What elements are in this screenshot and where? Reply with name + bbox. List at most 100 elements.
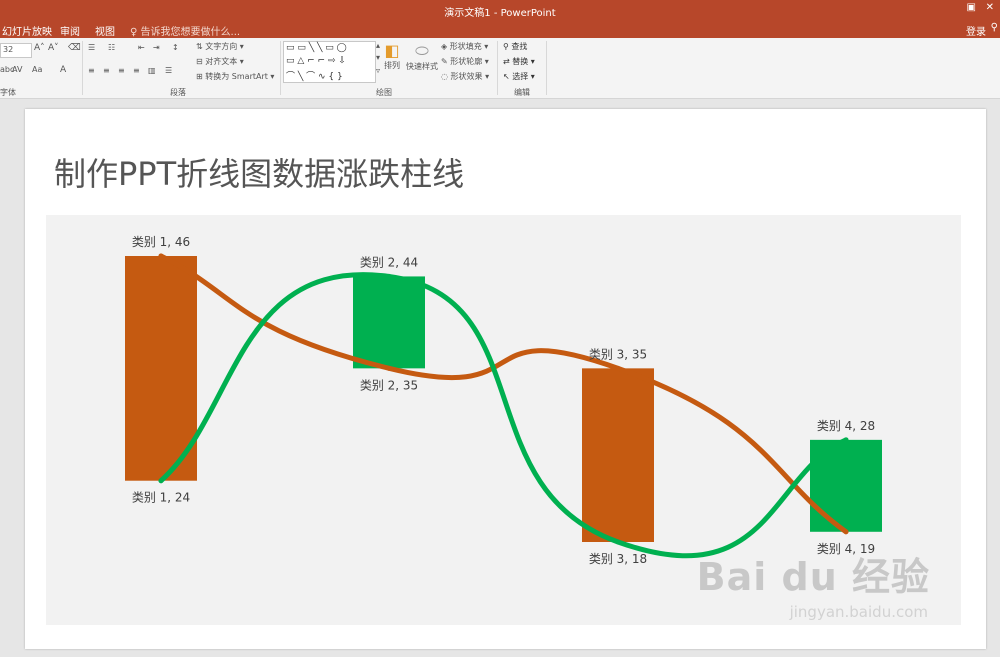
slide-title[interactable]: 制作PPT折线图数据涨跌柱线 — [54, 149, 464, 195]
align-left-icon[interactable]: ≡ — [88, 66, 95, 75]
pencil-icon: ✎ — [441, 57, 448, 66]
shape-fill-label: 形状填充 — [449, 42, 482, 51]
gallery-down-icon[interactable]: ▾ — [376, 53, 380, 62]
clear-format-icon[interactable]: ⌫ — [68, 43, 81, 53]
align-text-button[interactable]: ⊟ 对齐文本 ▾ — [196, 56, 244, 67]
shape-basic-icon[interactable]: ▭ △ ⌐ ⌐ ⇨ ⇩ — [286, 56, 346, 66]
align-right-icon[interactable]: ≡ — [118, 66, 125, 75]
align-text-label: 对齐文本 — [205, 57, 238, 66]
replace-icon: ⇄ — [503, 57, 510, 66]
baidu-watermark-url: jingyan.baidu.com — [789, 603, 928, 621]
series-1-point[interactable] — [615, 365, 621, 371]
justify-icon[interactable]: ≡ — [133, 66, 140, 75]
replace-label: 替换 — [512, 57, 529, 66]
shape-effects-button[interactable]: ◌ 形状效果 ▾ — [441, 71, 489, 82]
text-direction-icon: ⇅ — [196, 42, 203, 51]
shape-effects-label: 形状效果 — [450, 72, 483, 81]
smartart-icon: ⊞ — [196, 72, 203, 81]
change-case-icon[interactable]: Aa — [32, 65, 42, 74]
increase-indent-icon[interactable]: ⇥ — [153, 43, 160, 52]
smartart-button[interactable]: ⊞ 转换为 SmartArt ▾ — [196, 71, 274, 82]
replace-button[interactable]: ⇄ 替换 ▾ — [503, 56, 535, 67]
slide-workspace: 制作PPT折线图数据涨跌柱线 类别 1, 46 类别 1, 24 类别 2, 44 类… — [0, 99, 1000, 657]
series-1-point[interactable] — [158, 253, 164, 259]
grow-font-icon[interactable]: A˄ — [34, 43, 45, 53]
decrease-indent-icon[interactable]: ⇤ — [138, 43, 145, 52]
bullets-icon[interactable]: ☰ — [88, 43, 95, 52]
select-label: 选择 — [512, 72, 529, 81]
smartart-label: 转换为 SmartArt — [205, 72, 268, 81]
user-icon[interactable]: ⚲ — [991, 22, 998, 33]
series-2-point[interactable] — [386, 273, 392, 279]
series-1-point[interactable] — [843, 529, 849, 535]
paragraph-dialog-icon[interactable]: ☰ — [165, 66, 172, 75]
shape-outline-button[interactable]: ✎ 形状轮廓 ▾ — [441, 56, 489, 67]
series-2-point[interactable] — [843, 437, 849, 443]
font-color-icon[interactable]: A — [60, 65, 66, 75]
group-editing-label: 编辑 — [514, 88, 530, 97]
data-label[interactable]: 类别 2, 35 — [360, 378, 418, 392]
group-drawing-label: 绘图 — [376, 88, 392, 97]
font-size-combo[interactable]: 32 — [0, 43, 32, 58]
shape-outline-label: 形状轮廓 — [450, 57, 483, 66]
shape-curve-icon[interactable]: ⌒ ╲ ⌒ ∿ { } — [286, 69, 343, 82]
login-button[interactable]: 登录 — [966, 23, 986, 38]
line-spacing-icon[interactable]: ↕ — [172, 43, 179, 52]
shapes-gallery[interactable]: ▭ ▭ ╲ ╲ ▭ ◯ ▭ △ ⌐ ⌐ ⇨ ⇩ ⌒ ╲ ⌒ ∿ { } — [283, 41, 376, 83]
ribbon-separator — [280, 41, 281, 95]
quick-styles-icon: ⬭ — [415, 41, 429, 60]
find-button[interactable]: ⚲ 查找 — [503, 41, 527, 52]
window-title: 演示文稿1 - PowerPoint — [444, 8, 556, 19]
shape-fill-button[interactable]: ◈ 形状填充 ▾ — [441, 41, 488, 52]
data-label[interactable]: 类别 3, 35 — [589, 347, 647, 361]
paint-bucket-icon: ◈ — [441, 42, 448, 51]
restore-icon[interactable]: ▣ — [967, 2, 976, 13]
series-2-point[interactable] — [158, 478, 164, 484]
group-font-label: 字体 — [0, 88, 16, 97]
gallery-more-icon[interactable]: ▿ — [376, 66, 380, 75]
close-icon[interactable]: ✕ — [986, 2, 994, 13]
data-label[interactable]: 类别 2, 44 — [360, 255, 418, 269]
find-label: 查找 — [511, 42, 528, 51]
effects-icon: ◌ — [441, 72, 448, 81]
text-direction-button[interactable]: ⇅ 文字方向 ▾ — [196, 41, 244, 52]
down-bar[interactable] — [582, 368, 654, 542]
series-1-point[interactable] — [386, 365, 392, 371]
group-paragraph-label: 段落 — [170, 88, 186, 97]
series-2-point[interactable] — [615, 539, 621, 545]
title-bar: 演示文稿1 - PowerPoint ▣ ✕ — [0, 0, 1000, 19]
data-label[interactable]: 类别 4, 28 — [817, 419, 875, 433]
ribbon-tabs: 幻灯片放映 审阅 视图 ♀ 告诉我您想要做什么... 登录 ⚲ — [0, 19, 1000, 38]
search-icon: ⚲ — [503, 42, 509, 51]
series-2-line[interactable] — [158, 272, 849, 559]
arrange-icon: ◧ — [384, 41, 400, 60]
arrange-label: 排列 — [384, 61, 400, 70]
ribbon-separator — [497, 41, 498, 95]
cursor-icon: ↖ — [503, 72, 510, 81]
select-button[interactable]: ↖ 选择 ▾ — [503, 71, 535, 82]
arrange-button[interactable]: ◧ 排列 — [382, 41, 402, 71]
tab-review[interactable]: 审阅 — [60, 23, 80, 38]
data-label[interactable]: 类别 1, 46 — [132, 235, 190, 249]
ribbon-separator — [546, 41, 547, 95]
down-bar[interactable] — [125, 256, 197, 481]
tab-slideshow[interactable]: 幻灯片放映 — [2, 23, 52, 38]
gallery-up-icon[interactable]: ▴ — [376, 41, 380, 50]
align-center-icon[interactable]: ≡ — [103, 66, 110, 75]
data-label[interactable]: 类别 3, 18 — [589, 552, 647, 566]
up-bar[interactable] — [353, 276, 425, 369]
quick-styles-button[interactable]: ⬭ 快速样式 — [405, 41, 439, 72]
tell-me-text: 告诉我您想要做什么... — [140, 27, 241, 38]
shape-textbox-icon[interactable]: ▭ ▭ ╲ ╲ ▭ ◯ — [286, 43, 347, 53]
data-label[interactable]: 类别 1, 24 — [132, 491, 190, 505]
tab-view[interactable]: 视图 — [95, 23, 115, 38]
lightbulb-icon: ♀ — [130, 27, 138, 38]
char-spacing-icon[interactable]: AV — [12, 65, 22, 74]
shrink-font-icon[interactable]: A˅ — [48, 43, 59, 53]
ribbon-separator — [82, 41, 83, 95]
columns-icon[interactable]: ▥ — [148, 66, 156, 75]
align-text-icon: ⊟ — [196, 57, 203, 66]
slide[interactable]: 制作PPT折线图数据涨跌柱线 类别 1, 46 类别 1, 24 类别 2, 44 类… — [25, 109, 986, 649]
numbering-icon[interactable]: ☷ — [108, 43, 115, 52]
tell-me-box[interactable]: ♀ 告诉我您想要做什么... — [130, 23, 240, 38]
